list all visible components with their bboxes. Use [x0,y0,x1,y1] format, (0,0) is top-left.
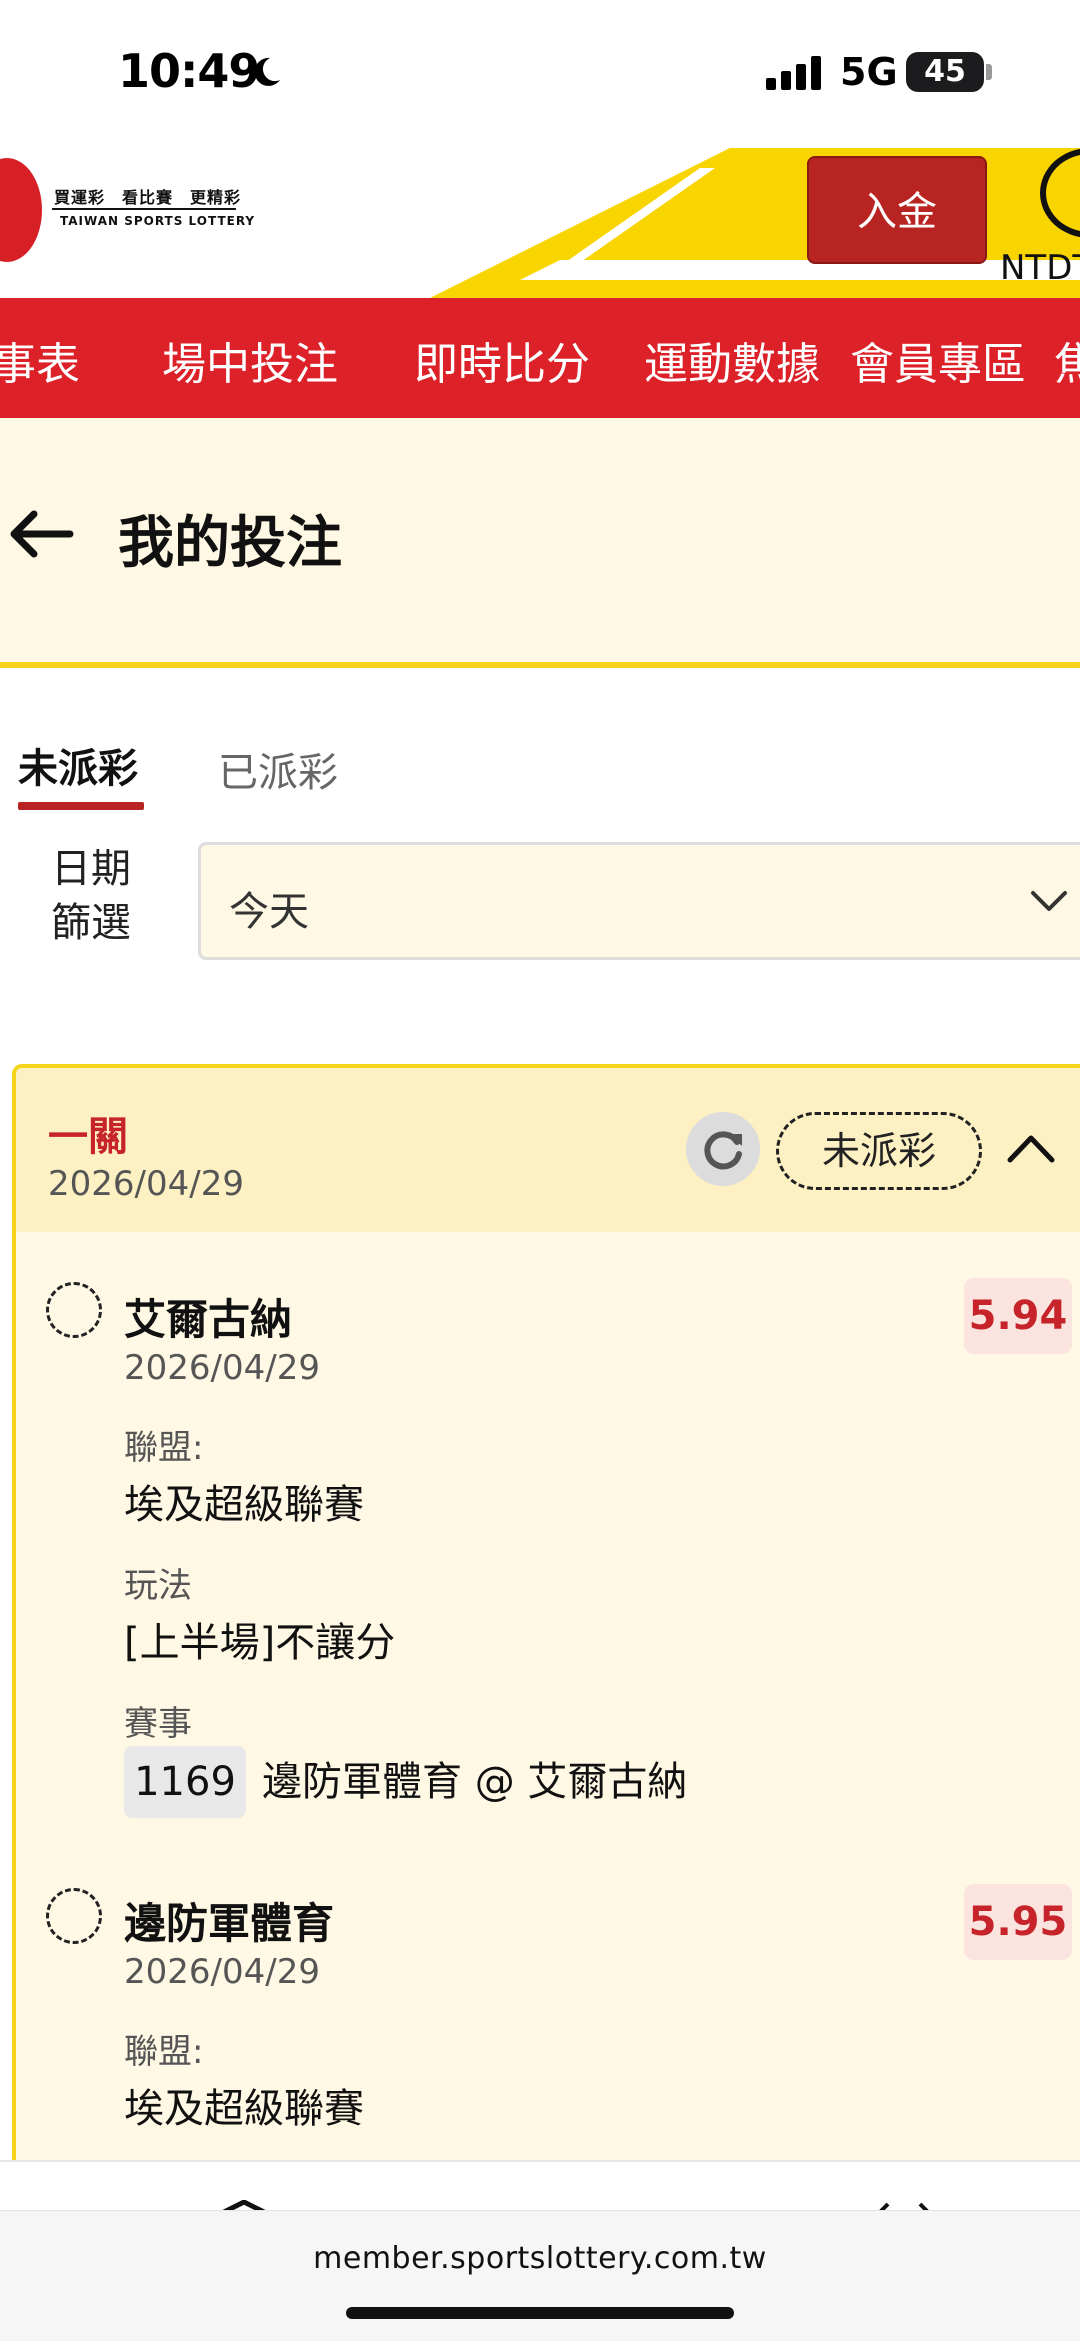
moon-icon [254,57,280,86]
chevron-up-icon[interactable] [1006,1132,1056,1164]
page-title: 我的投注 [118,511,342,576]
nav-item-member-area[interactable]: 會員專區 [850,328,1026,392]
date-filter-select[interactable]: 今天 [198,842,1080,960]
selection-date: 2026/04/29 [124,1952,320,1992]
status-bar: 10:49 5G 45 [0,0,1080,148]
selection-team: 邊防軍體育 [124,1899,335,1948]
nav-item-live-betting[interactable]: 場中投注 [162,328,338,392]
date-filter-label: 日期篩選 [51,846,131,946]
bet-card: 一關 2026/04/29 未派彩 艾爾古納 5.94 2026/04/29 聯… [12,1064,1080,2244]
match-name: 邊防軍體育 @ 艾爾古納 [262,1759,688,1805]
address-bar[interactable]: member.sportslottery.com.tw [0,2210,1080,2341]
currency-label: NTDT [1000,248,1080,288]
bet-type: 一關 [48,1114,128,1160]
chevron-down-icon [1031,891,1067,911]
battery-icon: 45 [906,52,984,92]
match-number: 1169 [124,1746,246,1818]
selection-date: 2026/04/29 [124,1348,320,1388]
home-indicator [346,2307,734,2319]
active-tab-indicator [18,802,144,810]
refresh-icon[interactable] [686,1112,760,1186]
network-type: 5G [840,50,898,94]
bet-date: 2026/04/29 [48,1164,244,1204]
nav-item-live-score[interactable]: 即時比分 [414,328,590,392]
tab-unpaid[interactable]: 未派彩 [18,736,138,794]
main-nav: 事表 場中投注 即時比分 運動數據 會員專區 焦 [0,298,1080,418]
league-value: 埃及超級聯賽 [124,1482,364,1528]
nav-item-more[interactable]: 焦 [1054,328,1080,392]
logo-tagline: 買運彩 看比賽 更精彩 [54,188,242,207]
battery-cap [986,64,992,80]
status-badge: 未派彩 [776,1112,982,1190]
nav-item-sports-data[interactable]: 運動數據 [644,328,820,392]
league-label: 聯盟: [124,2032,204,2072]
league-label: 聯盟: [124,1428,204,1468]
odds-badge: 5.95 [964,1884,1072,1960]
page-title-bar: 我的投注 [0,418,1080,668]
tab-paid[interactable]: 已派彩 [218,740,338,798]
deposit-button[interactable]: 入金 [807,156,987,264]
status-time: 10:49 [118,44,260,98]
date-filter-value: 今天 [229,889,309,935]
url-text: member.sportslottery.com.tw [313,2241,767,2276]
signal-icon [766,56,821,90]
nav-item-schedule[interactable]: 事表 [0,328,80,392]
logo-divider [52,208,236,210]
browser-toolbar [0,2160,1080,2214]
selection-radio[interactable] [46,1888,102,1944]
selection-radio[interactable] [46,1282,102,1338]
play-value: [上半場]不讓分 [124,1620,396,1666]
league-value: 埃及超級聯賽 [124,2086,364,2132]
logo-name: TAIWAN SPORTS LOTTERY [60,214,256,228]
play-label: 玩法 [124,1566,192,1606]
selection-team: 艾爾古納 [124,1295,293,1344]
back-arrow-icon[interactable] [6,506,76,562]
bet-card-header[interactable]: 一關 2026/04/29 未派彩 [16,1068,1080,1232]
site-header: 買運彩 看比賽 更精彩 TAIWAN SPORTS LOTTERY 入金 NTD… [0,148,1080,298]
match-label: 賽事 [124,1704,192,1744]
odds-badge: 5.94 [964,1278,1072,1354]
